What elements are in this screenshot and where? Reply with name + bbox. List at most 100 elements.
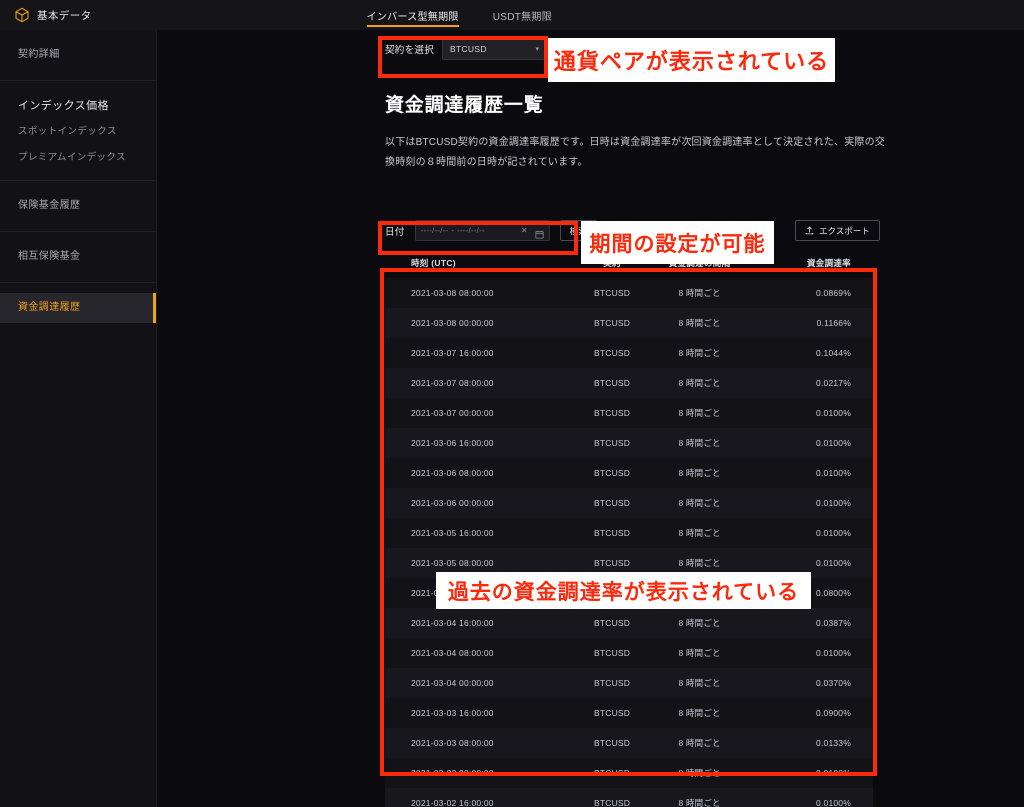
cell-time: 2021-03-08 00:00:00 bbox=[411, 318, 494, 328]
page-description: 以下はBTCUSD契約の資金調達率履歴です。日時は資金調達率が次回資金調達率とし… bbox=[385, 137, 886, 168]
cell-interval: 8 時間ごと bbox=[678, 648, 721, 658]
cell-interval: 8 時間ごと bbox=[678, 348, 721, 358]
cell-contract: BTCUSD bbox=[593, 348, 631, 358]
cell-interval: 8 時間ごと bbox=[678, 768, 721, 778]
cell-interval: 8 時間ごと bbox=[678, 498, 721, 508]
sidebar-group-mutual: 相互保険基金 bbox=[0, 232, 156, 283]
cell-time: 2021-03-06 00:00:00 bbox=[411, 498, 494, 508]
cell-rate: 0.0100% bbox=[816, 408, 851, 418]
cell-contract: BTCUSD bbox=[593, 798, 631, 807]
calendar-icon[interactable] bbox=[535, 226, 544, 239]
cell-time: 2021-03-02 16:00:00 bbox=[411, 798, 494, 807]
cell-rate: 0.0900% bbox=[816, 708, 851, 718]
tab-usdt-perpetual[interactable]: USDT無期限 bbox=[493, 0, 552, 30]
cell-contract: BTCUSD bbox=[593, 498, 631, 508]
table-row: 2021-03-04 08:00:00 BTCUSD 8 時間ごと 0.0100% bbox=[385, 638, 873, 668]
sidebar-item-insurance-fund-history[interactable]: 保険基金履歴 bbox=[0, 191, 156, 221]
cell-interval: 8 時間ごと bbox=[678, 618, 721, 628]
table-row: 2021-03-07 08:00:00 BTCUSD 8 時間ごと 0.0217% bbox=[385, 368, 873, 398]
cell-rate: 0.1166% bbox=[816, 318, 851, 328]
top-tabs: インバース型無期限 USDT無期限 bbox=[366, 0, 553, 30]
close-icon[interactable]: ✕ bbox=[521, 226, 528, 235]
sidebar-item-contract-details-label: 契約詳細 bbox=[18, 49, 60, 60]
cell-contract: BTCUSD bbox=[593, 288, 631, 298]
cell-time: 2021-03-04 08:00:00 bbox=[411, 648, 494, 658]
cell-time: 2021-03-07 16:00:00 bbox=[411, 348, 494, 358]
brand[interactable]: 基本データ bbox=[0, 7, 92, 23]
sidebar-item-premium-index[interactable]: プレミアムインデックス bbox=[0, 145, 156, 170]
annotation-label-contract: 通貨ペアが表示されている bbox=[548, 38, 835, 82]
top-bar: 基本データ インバース型無期限 USDT無期限 bbox=[0, 0, 1024, 30]
cell-time: 2021-03-06 08:00:00 bbox=[411, 468, 494, 478]
export-button[interactable]: エクスポート bbox=[795, 220, 880, 241]
cell-contract: BTCUSD bbox=[593, 708, 631, 718]
cell-rate: 0.0100% bbox=[816, 498, 851, 508]
sidebar-group-funding: 資金調達履歴 bbox=[0, 283, 156, 333]
cell-contract: BTCUSD bbox=[593, 678, 631, 688]
cell-rate: 0.0100% bbox=[816, 648, 851, 658]
funding-history-table-wrap: 時刻 (UTC) 契約 資金調達の間隔 資金調達率 2021-03-08 08:… bbox=[385, 252, 873, 807]
cell-contract: BTCUSD bbox=[593, 618, 631, 628]
sidebar-item-index-price-label: インデックス価格 bbox=[18, 100, 109, 112]
cell-rate: 0.0100% bbox=[816, 468, 851, 478]
cell-interval: 8 時間ごと bbox=[678, 738, 721, 748]
contract-select[interactable]: BTCUSD ▾ bbox=[442, 38, 548, 60]
cell-time: 2021-03-05 16:00:00 bbox=[411, 528, 494, 538]
cube-icon bbox=[14, 7, 30, 23]
cell-time: 2021-03-07 00:00:00 bbox=[411, 408, 494, 418]
table-body: 2021-03-08 08:00:00 BTCUSD 8 時間ごと 0.0869% 20… bbox=[385, 278, 873, 807]
cell-contract: BTCUSD bbox=[593, 318, 631, 328]
sidebar-item-funding-history[interactable]: 資金調達履歴 bbox=[0, 292, 156, 323]
date-range-input[interactable]: ----/--/-- - ----/--/-- ✕ bbox=[414, 220, 550, 241]
cell-rate: 0.0100% bbox=[816, 798, 851, 807]
cell-interval: 8 時間ごと bbox=[678, 678, 721, 688]
cell-rate: 0.0133% bbox=[816, 738, 851, 748]
cell-contract: BTCUSD bbox=[593, 408, 631, 418]
tab-usdt-perpetual-label: USDT無期限 bbox=[492, 11, 553, 23]
cell-contract: BTCUSD bbox=[593, 438, 631, 448]
table-row: 2021-03-04 00:00:00 BTCUSD 8 時間ごと 0.0370% bbox=[385, 668, 873, 698]
date-filter-row: 日付 ----/--/-- - ----/--/-- ✕ 検索 bbox=[385, 220, 597, 241]
cell-time: 2021-03-06 16:00:00 bbox=[411, 438, 494, 448]
sidebar-item-spot-index-label: スポットインデックス bbox=[18, 126, 117, 138]
sidebar-group-insurance: 保険基金履歴 bbox=[0, 181, 156, 232]
cell-interval: 8 時間ごと bbox=[678, 468, 721, 478]
table-row: 2021-03-04 16:00:00 BTCUSD 8 時間ごと 0.0387% bbox=[385, 608, 873, 638]
cell-time: 2021-03-04 00:00:00 bbox=[411, 678, 494, 688]
date-to-placeholder: ----/--/-- bbox=[457, 226, 485, 235]
cell-time: 2021-03-03 00:00:00 bbox=[411, 768, 494, 778]
sidebar-item-funding-history-label: 資金調達履歴 bbox=[18, 301, 81, 313]
cell-interval: 8 時間ごと bbox=[678, 798, 721, 807]
sidebar-item-spot-index[interactable]: スポットインデックス bbox=[0, 119, 156, 144]
date-filter-label: 日付 bbox=[385, 226, 405, 238]
table-row: 2021-03-07 16:00:00 BTCUSD 8 時間ごと 0.1044% bbox=[385, 338, 873, 368]
cell-time: 2021-03-04 16:00:00 bbox=[411, 618, 494, 628]
table-row: 2021-03-06 08:00:00 BTCUSD 8 時間ごと 0.0100% bbox=[385, 458, 873, 488]
sidebar-item-contract-details[interactable]: 契約詳細 bbox=[0, 40, 156, 70]
annotation-label-table: 過去の資金調達率が表示されている bbox=[436, 572, 811, 609]
sidebar-item-mutual-insurance-fund[interactable]: 相互保険基金 bbox=[0, 242, 156, 272]
brand-label: 基本データ bbox=[37, 9, 92, 22]
annotation-label-date-filter: 期間の設定が可能 bbox=[581, 221, 774, 264]
cell-interval: 8 時間ごと bbox=[678, 288, 721, 298]
cell-contract: BTCUSD bbox=[593, 648, 631, 658]
table-row: 2021-03-08 00:00:00 BTCUSD 8 時間ごと 0.1166% bbox=[385, 308, 873, 338]
contract-select-label: 契約を選択 bbox=[385, 45, 435, 56]
tab-inverse-perpetual-label: インバース型無期限 bbox=[366, 11, 459, 23]
cell-rate: 0.0387% bbox=[816, 618, 851, 628]
cell-time: 2021-03-07 08:00:00 bbox=[411, 378, 494, 388]
cell-rate: 0.0217% bbox=[816, 378, 851, 388]
app-root: 基本データ インバース型無期限 USDT無期限 契約詳細 インデックス価格 スポ… bbox=[0, 0, 1024, 807]
sidebar-item-premium-index-label: プレミアムインデックス bbox=[18, 151, 126, 163]
cell-time: 2021-03-03 16:00:00 bbox=[411, 708, 494, 718]
cell-interval: 8 時間ごと bbox=[678, 708, 721, 718]
cell-contract: BTCUSD bbox=[593, 738, 631, 748]
table-row: 2021-03-03 00:00:00 BTCUSD 8 時間ごと 0.0100% bbox=[385, 758, 873, 788]
funding-history-table: 時刻 (UTC) 契約 資金調達の間隔 資金調達率 2021-03-08 08:… bbox=[385, 252, 873, 807]
sidebar-item-index-price[interactable]: インデックス価格 bbox=[0, 91, 156, 119]
table-row: 2021-03-06 00:00:00 BTCUSD 8 時間ごと 0.0100% bbox=[385, 488, 873, 518]
tab-inverse-perpetual[interactable]: インバース型無期限 bbox=[366, 0, 459, 30]
cell-interval: 8 時間ごと bbox=[678, 528, 721, 538]
cell-rate: 0.0100% bbox=[816, 438, 851, 448]
cell-contract: BTCUSD bbox=[593, 378, 631, 388]
